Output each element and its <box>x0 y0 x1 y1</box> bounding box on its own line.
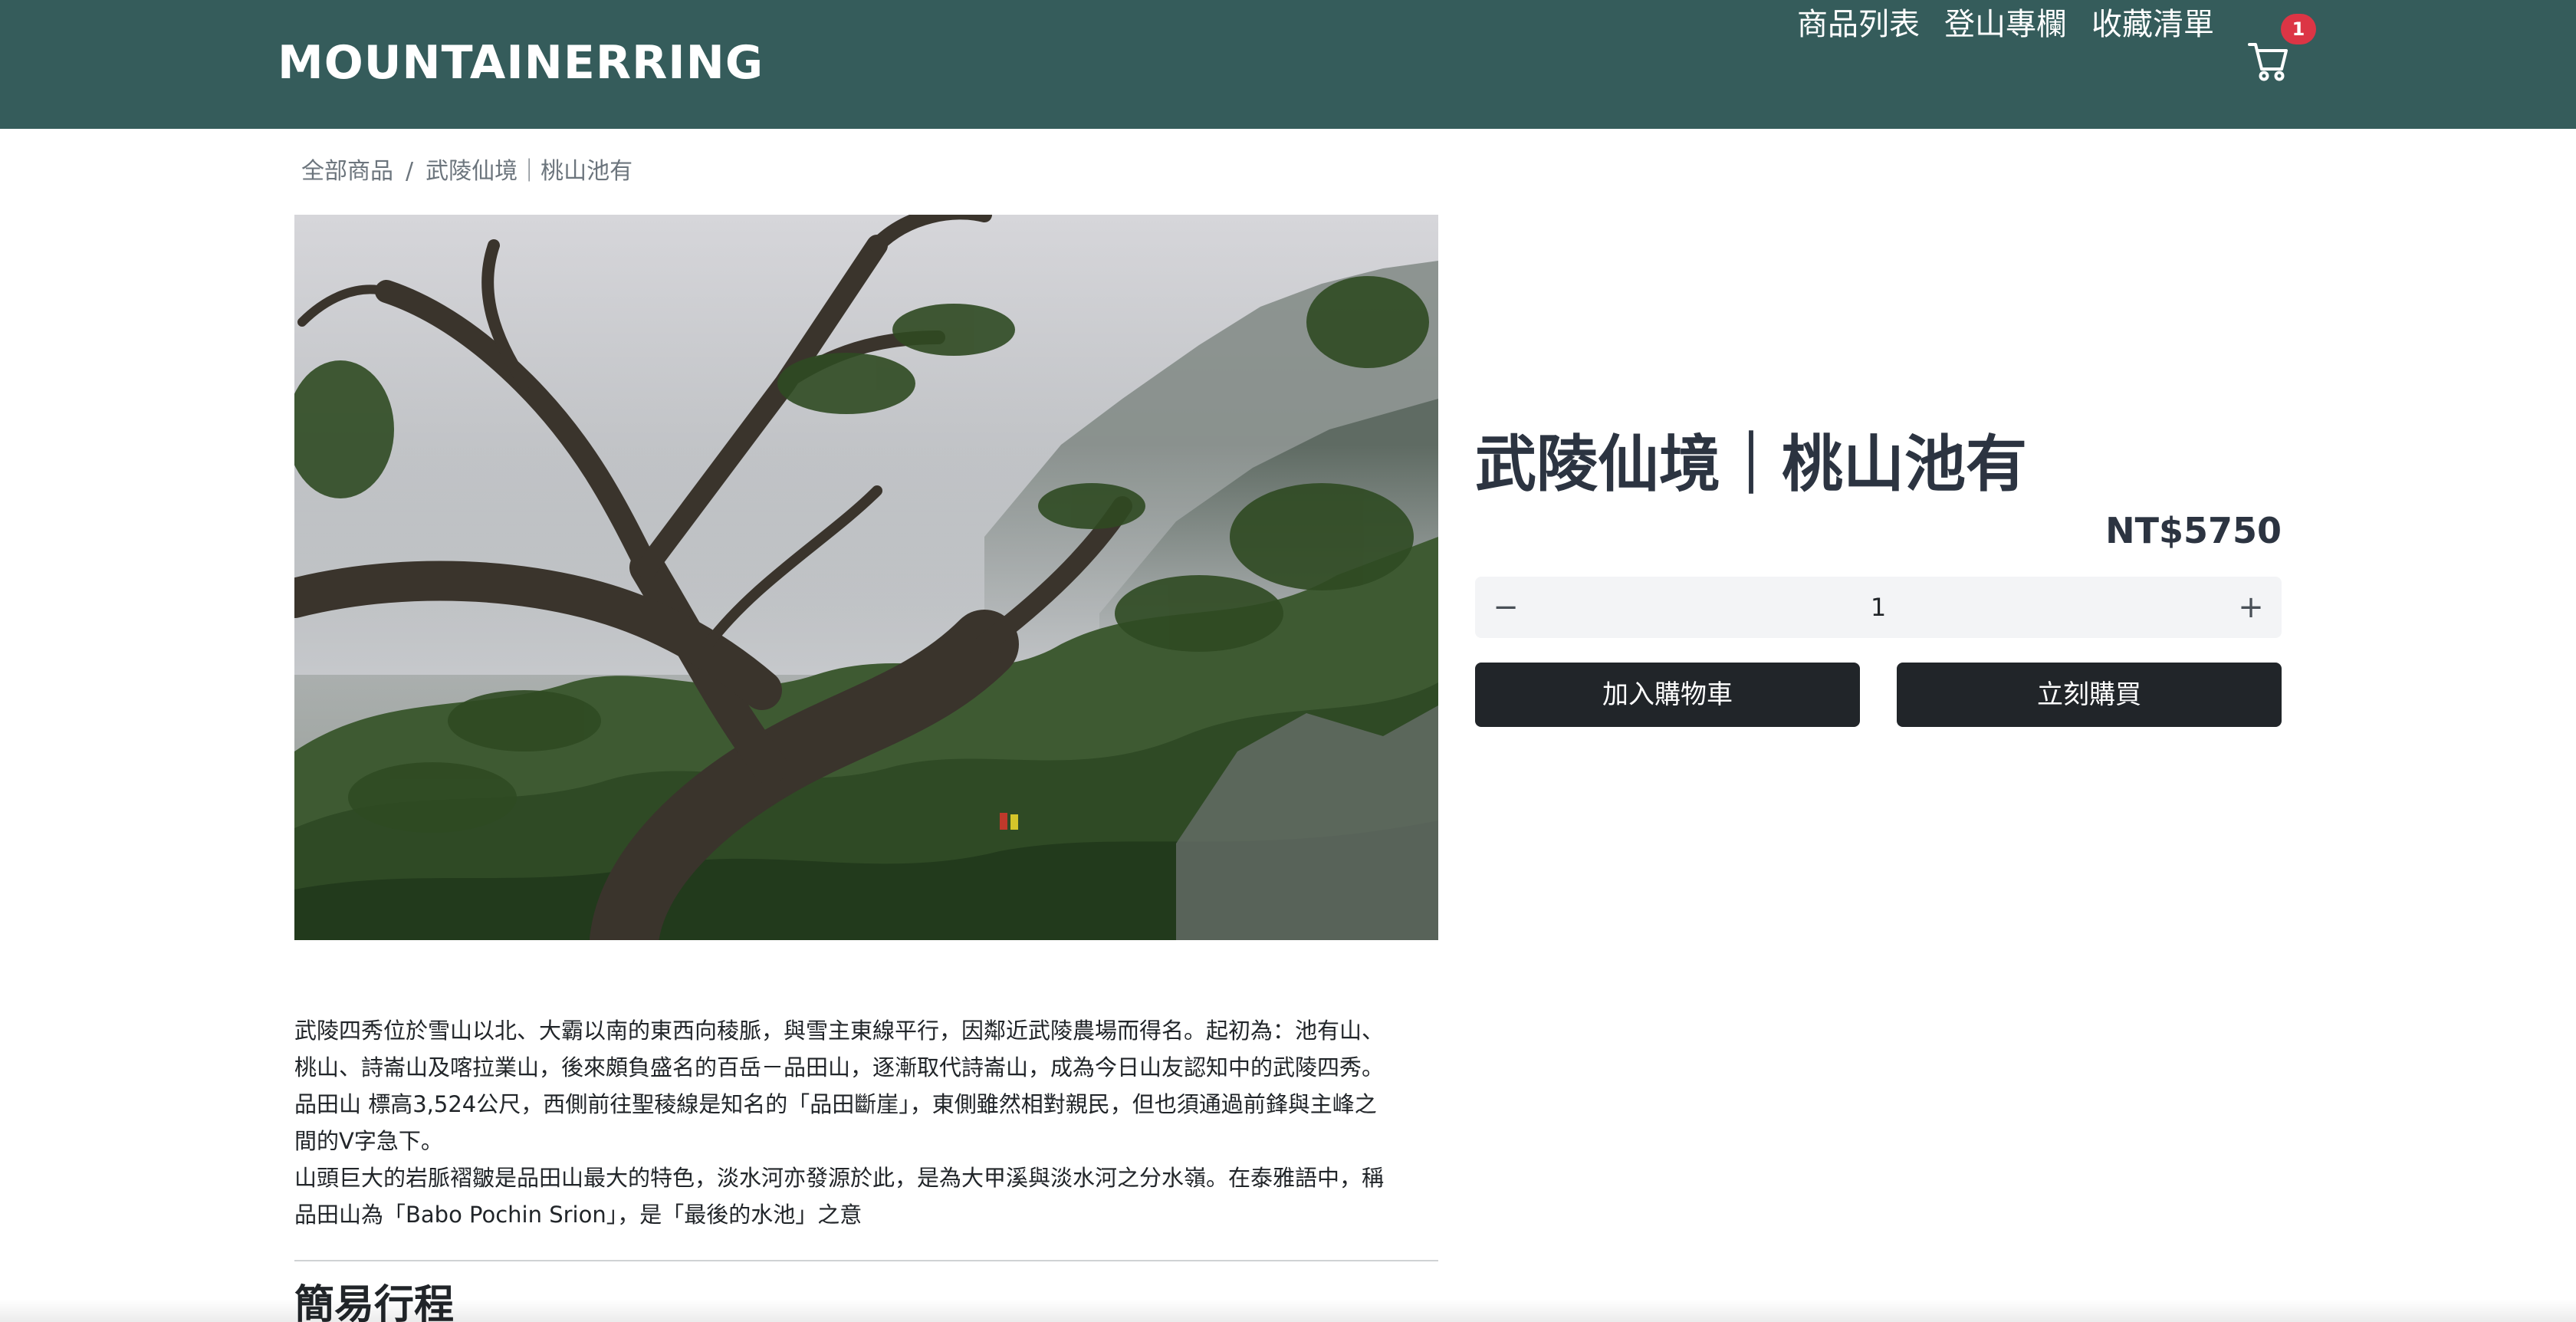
description-line: 山頭巨大的岩脈褶皺是品田山最大的特色，淡水河亦發源於此，是為大甲溪與淡水河之分水… <box>294 1165 1385 1191</box>
section-divider <box>294 1260 1438 1261</box>
product-photo <box>294 215 1438 940</box>
breadcrumb-separator: / <box>406 158 414 185</box>
breadcrumb-current: 武陵仙境｜桃山池有 <box>426 158 633 185</box>
description-line: 桃山、詩崙山及喀拉業山，後來頗負盛名的百岳－品田山，逐漸取代詩崙山，成為今日山友… <box>294 1054 1385 1080</box>
product-title: 武陵仙境｜桃山池有 <box>1475 429 2027 500</box>
cart-icon <box>2248 43 2288 81</box>
description-line: 間的V字急下。 <box>294 1128 443 1154</box>
breadcrumb: 全部商品 / 武陵仙境｜桃山池有 <box>301 155 632 189</box>
cart-button[interactable] <box>2245 34 2291 83</box>
bottom-shadow <box>0 1299 2576 1322</box>
top-navbar: MOUNTAINERRING 商品列表 登山專欄 收藏清單 1 <box>0 0 2576 129</box>
quantity-value[interactable]: 1 <box>1536 577 2220 638</box>
quantity-stepper: − 1 + <box>1475 577 2282 638</box>
product-description: 武陵四秀位於雪山以北、大霸以南的東西向稜脈，與雪主東線平行，因鄰近武陵農場而得名… <box>294 1012 1438 1233</box>
nav-link-products[interactable]: 商品列表 <box>1797 0 1920 49</box>
nav-link-favorites[interactable]: 收藏清單 <box>2091 0 2214 49</box>
quantity-decrease-button[interactable]: − <box>1475 577 1536 638</box>
add-to-cart-button[interactable]: 加入購物車 <box>1475 663 1860 727</box>
cart-count-badge: 1 <box>2281 14 2316 44</box>
product-image <box>294 215 1438 940</box>
quantity-increase-button[interactable]: + <box>2220 577 2282 638</box>
product-price: NT$5750 <box>2105 510 2282 551</box>
buy-now-button[interactable]: 立刻購買 <box>1897 663 2282 727</box>
description-line: 武陵四秀位於雪山以北、大霸以南的東西向稜脈，與雪主東線平行，因鄰近武陵農場而得名… <box>294 1018 1385 1044</box>
breadcrumb-all-products[interactable]: 全部商品 <box>301 158 393 185</box>
description-line: 品田山 標高3,524公尺，西側前往聖稜線是知名的「品田斷崖」，東側雖然相對親民… <box>294 1091 1377 1117</box>
brand-logo[interactable]: MOUNTAINERRING <box>278 35 764 90</box>
nav-link-column[interactable]: 登山專欄 <box>1944 0 2067 49</box>
description-line: 品田山為「Babo Pochin Srion」，是「最後的水池」之意 <box>294 1202 863 1228</box>
